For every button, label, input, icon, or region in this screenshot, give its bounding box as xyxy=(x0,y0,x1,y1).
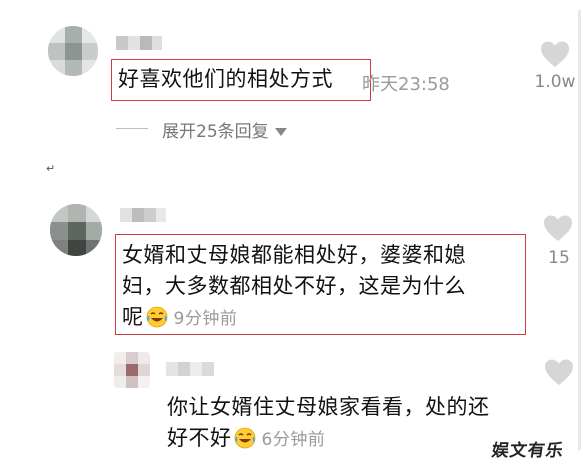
avatar-pixel xyxy=(86,222,102,240)
avatar-pixel xyxy=(138,376,150,388)
avatar-pixel xyxy=(48,26,65,43)
avatar-pixel xyxy=(68,240,86,256)
avatar-pixel xyxy=(68,204,86,222)
avatar-pixel xyxy=(86,240,102,256)
scrollbar-track[interactable] xyxy=(578,10,581,450)
avatar-pixel xyxy=(50,222,68,240)
avatar-pixel xyxy=(65,60,82,76)
comment-line: 妇，大多数都相处不好，这是为什么 xyxy=(122,274,466,298)
like-count: 1.0w xyxy=(534,72,576,92)
expand-replies-label: 展开25条回复 xyxy=(162,122,269,142)
avatar-pixel xyxy=(82,60,98,76)
heart-icon[interactable] xyxy=(540,40,570,68)
username-blurred[interactable] xyxy=(166,362,214,376)
reply-text: 你让女婿住丈母娘家看看，处的还 好不好 6分钟前 xyxy=(167,392,490,456)
reply-line-text: 好不好 xyxy=(167,426,232,450)
reply-time: 6分钟前 xyxy=(261,430,326,450)
avatar-pixel xyxy=(50,204,68,222)
caret-down-icon xyxy=(274,128,287,136)
avatar-pixel xyxy=(138,364,150,376)
comment-time: 9分钟前 xyxy=(173,309,238,329)
laughing-tears-emoji-icon xyxy=(234,427,255,449)
comment-time: 昨天23:58 xyxy=(362,74,450,95)
avatar-pixel xyxy=(68,222,86,240)
like-count: 15 xyxy=(548,248,570,268)
avatar-pixel xyxy=(65,43,82,60)
avatar[interactable] xyxy=(114,352,150,388)
heart-icon[interactable] xyxy=(544,358,574,386)
comment-line: 女婿和丈母娘都能相处好，婆婆和媳 xyxy=(122,243,466,267)
avatar-pixel xyxy=(126,376,138,388)
comment-line-text: 呢 xyxy=(122,305,144,329)
avatar-pixel xyxy=(82,43,98,60)
expand-replies-button[interactable]: 展开25条回复 xyxy=(162,117,287,142)
comment-text: 女婿和丈母娘都能相处好，婆婆和媳 妇，大多数都相处不好，这是为什么 呢 9分钟前 xyxy=(122,240,466,335)
avatar-pixel xyxy=(114,376,126,388)
avatar-pixel xyxy=(126,364,138,376)
heart-icon[interactable] xyxy=(543,214,573,242)
avatar-pixel xyxy=(114,364,126,376)
username-blurred[interactable] xyxy=(120,208,166,222)
avatar-pixel xyxy=(50,240,68,256)
avatar[interactable] xyxy=(50,204,102,256)
reply-line: 你让女婿住丈母娘家看看，处的还 xyxy=(167,395,490,419)
avatar-pixel xyxy=(48,60,65,76)
avatar-pixel xyxy=(126,352,138,364)
paragraph-mark: ↵ xyxy=(46,162,56,175)
expand-divider xyxy=(116,128,148,129)
avatar-pixel xyxy=(114,352,126,364)
avatar-pixel xyxy=(86,204,102,222)
avatar-pixel xyxy=(82,26,98,43)
reply-line: 好不好 6分钟前 xyxy=(167,423,490,456)
avatar-pixel xyxy=(138,352,150,364)
avatar[interactable] xyxy=(48,26,98,76)
comment-line: 呢 9分钟前 xyxy=(122,302,466,335)
comment-text: 好喜欢他们的相处方式 xyxy=(118,67,333,91)
watermark: 娱文有乐 xyxy=(490,441,566,461)
avatar-pixel xyxy=(65,26,82,43)
username-blurred[interactable] xyxy=(116,36,162,50)
laughing-tears-emoji-icon xyxy=(146,306,167,328)
avatar-pixel xyxy=(48,43,65,60)
